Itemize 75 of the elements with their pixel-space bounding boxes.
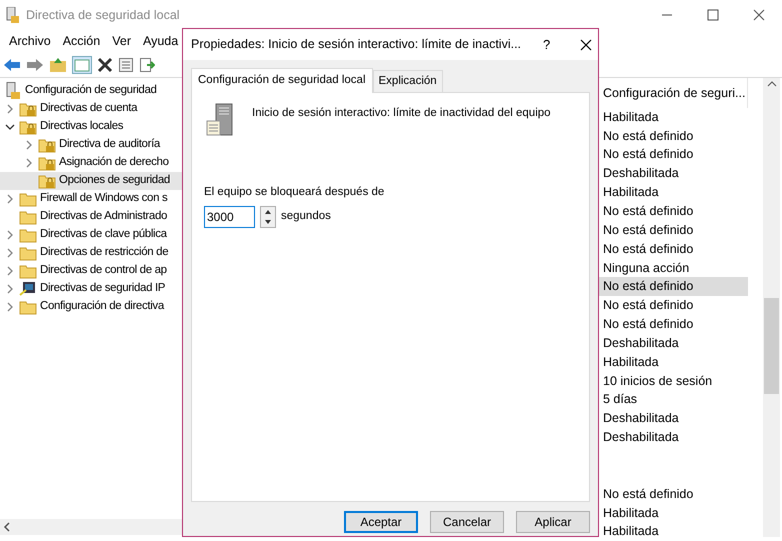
setting-value[interactable]: No está definido	[598, 220, 748, 240]
setting-value[interactable]: No está definido	[598, 296, 748, 316]
menu-item[interactable]: Archivo	[3, 32, 57, 50]
policy-icon	[6, 82, 22, 100]
setting-value[interactable]: Habilitada	[598, 503, 748, 522]
setting-value[interactable]: Habilitada	[598, 183, 748, 202]
setting-value[interactable]: Deshabilitada	[598, 164, 748, 184]
tree-item[interactable]: Directivas de Administrado	[40, 208, 168, 226]
setting-value[interactable]: No está definido	[598, 240, 748, 258]
dialog-button[interactable]: Aceptar	[344, 511, 418, 534]
setting-value[interactable]: No está definido	[598, 484, 748, 504]
locked-folder-icon	[38, 137, 56, 153]
dialog-tab[interactable]: Explicación	[372, 70, 443, 92]
folder-icon	[19, 263, 37, 279]
folder-icon	[19, 299, 37, 315]
dialog-title: Propiedades: Inicio de sesión interactivo: límite de inactivi...	[191, 36, 522, 54]
field-label: El equipo se bloqueará después de	[204, 185, 386, 200]
menu-item[interactable]: Acción	[56, 32, 106, 50]
policy-app-icon	[6, 7, 20, 23]
folder-up-icon[interactable]	[49, 56, 67, 72]
console-tree-icon[interactable]	[72, 56, 92, 74]
forward-arrow-icon[interactable]	[26, 58, 44, 72]
locked-folder-icon	[19, 101, 37, 117]
tree-item[interactable]: Directivas de clave pública	[40, 226, 167, 244]
vertical-scrollbar[interactable]	[763, 78, 780, 537]
properties-icon[interactable]	[118, 56, 134, 72]
spinner-buttons[interactable]	[260, 206, 276, 228]
tree-item[interactable]: Firewall de Windows con s	[40, 190, 168, 208]
setting-value[interactable]: Habilitada	[598, 352, 748, 372]
policy-name: Inicio de sesión interactivo: límite de inactividad del equipo	[252, 106, 551, 122]
locked-folder-icon	[19, 119, 37, 135]
tree-item[interactable]: Directiva de auditoría	[59, 136, 160, 154]
export-list-icon[interactable]	[139, 56, 155, 72]
setting-value[interactable]: No está definido	[598, 145, 748, 164]
setting-value[interactable]: Deshabilitada	[598, 409, 748, 428]
selected-setting-value[interactable]: No está definido	[598, 277, 748, 296]
help-button[interactable]: ?	[543, 34, 550, 54]
tree-item[interactable]: Directivas de seguridad IP	[40, 280, 166, 298]
window-title: Directiva de seguridad local	[26, 6, 180, 24]
horizontal-scrollbar[interactable]	[0, 519, 182, 535]
tree-item[interactable]: Directivas locales	[40, 118, 124, 136]
setting-value[interactable]: Habilitada	[598, 108, 748, 127]
locked-folder-icon	[38, 173, 56, 189]
locked-folder-icon	[38, 155, 56, 171]
back-arrow-icon[interactable]	[3, 58, 21, 72]
menu-item[interactable]: Ayuda	[136, 32, 184, 50]
scrollbar-thumb[interactable]	[764, 298, 779, 394]
setting-value[interactable]: 5 días	[598, 390, 748, 410]
unit-label: segundos	[281, 208, 331, 224]
tree-item[interactable]: Configuración de seguridad	[25, 82, 157, 100]
close-icon[interactable]	[580, 38, 592, 50]
tree-item[interactable]: Opciones de seguridad	[59, 172, 170, 190]
setting-value[interactable]: No está definido	[598, 202, 748, 221]
dialog-tab[interactable]: Configuración de seguridad local	[191, 68, 372, 94]
folder-icon	[19, 209, 37, 225]
dialog-button[interactable]: Aplicar	[516, 511, 590, 534]
setting-value[interactable]: No está definido	[598, 315, 748, 334]
delete-icon[interactable]	[97, 56, 113, 72]
dialog-button[interactable]: Cancelar	[430, 511, 504, 534]
setting-value[interactable]: Habilitada	[598, 522, 748, 541]
setting-value[interactable]: Deshabilitada	[598, 334, 748, 353]
menu-item[interactable]: Ver	[106, 32, 137, 50]
number-field[interactable]: 3000	[204, 206, 255, 228]
folder-icon	[19, 227, 37, 243]
setting-value[interactable]: No está definido	[598, 126, 748, 146]
tree-item[interactable]: Directivas de control de ap	[40, 262, 167, 280]
tree-item[interactable]: Asignación de derecho	[59, 154, 169, 172]
monitor-key-icon	[19, 281, 37, 297]
tree-item[interactable]: Directivas de cuenta	[40, 100, 138, 118]
tree-item[interactable]: Directivas de restricción de	[40, 244, 168, 262]
setting-value[interactable]: 10 inicios de sesión	[598, 372, 748, 390]
tree-item[interactable]: Configuración de directiva	[40, 298, 164, 316]
setting-value[interactable]: Ninguna acción	[598, 258, 748, 278]
folder-icon	[19, 245, 37, 261]
setting-value[interactable]: Deshabilitada	[598, 428, 748, 447]
